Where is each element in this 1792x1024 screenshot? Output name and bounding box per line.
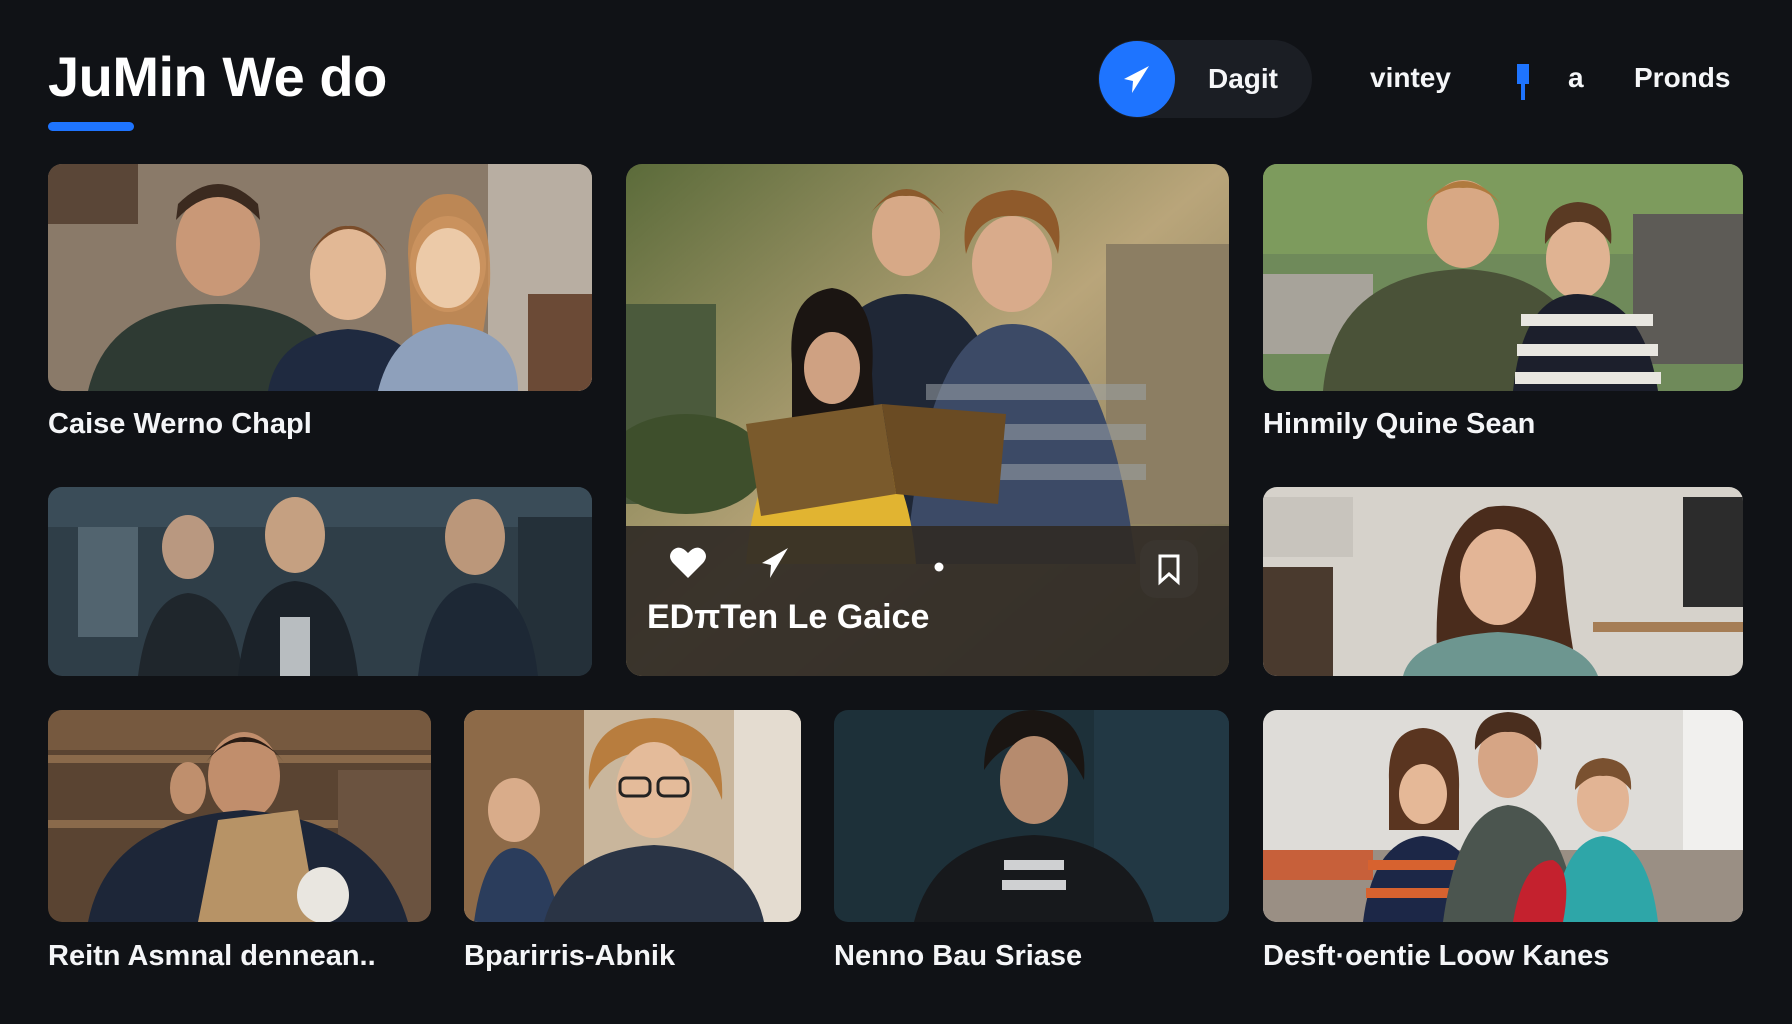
movie-card-2[interactable] [1263,164,1743,391]
featured-title[interactable]: EDπTen Le Gaice [647,596,929,638]
movie-card-7[interactable] [834,710,1229,922]
card-7-title[interactable]: Nenno Bau Sriase [834,938,1082,974]
card-6-title[interactable]: Bparirris-Abnik [464,938,675,974]
card-6-thumbnail [464,710,801,922]
movie-card-3[interactable] [48,487,592,676]
active-tab-underline [48,122,134,131]
nav-pill-label: Dagit [1208,63,1278,94]
movie-card-6[interactable] [464,710,801,922]
dot-indicator [934,562,944,572]
heart-icon[interactable] [669,546,707,580]
card-8-thumbnail [1263,710,1743,922]
card-7-thumbnail [834,710,1229,922]
send-arrow-icon [1099,41,1175,117]
nav-link-1[interactable]: vintey [1370,58,1451,98]
page-title: JuMin We do [48,45,387,108]
movie-card-8[interactable] [1263,710,1743,922]
card-8-title[interactable]: Desft·oentie Loow Kanes [1263,938,1609,974]
card-3-thumbnail [48,487,592,676]
card-1-thumbnail [48,164,592,391]
bookmark-flag-icon[interactable] [1515,64,1529,100]
card-2-thumbnail [1263,164,1743,391]
card-5-thumbnail [48,710,431,922]
share-icon[interactable] [760,546,790,580]
card-5-title[interactable]: Reitn Asmnal dennean.. [48,938,376,974]
movie-card-1[interactable] [48,164,592,391]
card-2-title[interactable]: Hinmily Quine Sean [1263,406,1535,442]
movie-card-4[interactable] [1263,487,1743,676]
bookmark-icon[interactable] [1140,540,1198,598]
card-1-title[interactable]: Caise Werno Chapl [48,406,312,442]
card-4-thumbnail [1263,487,1743,676]
nav-link-3[interactable]: Pronds [1634,58,1730,98]
nav-pill-button[interactable]: Dagit [1098,40,1312,118]
movie-card-5[interactable] [48,710,431,922]
nav-link-2[interactable]: a [1568,58,1584,98]
